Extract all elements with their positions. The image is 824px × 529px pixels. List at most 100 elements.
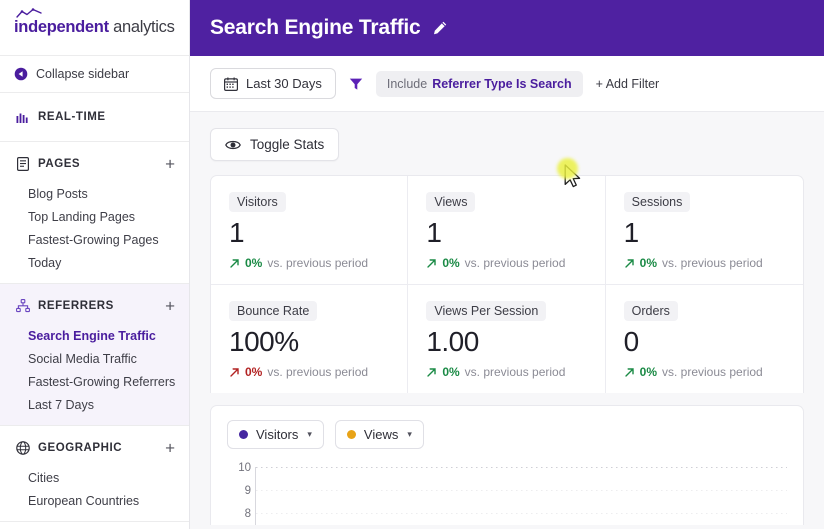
sidebar-section-real-time: REAL-TIME bbox=[0, 93, 189, 142]
arrow-up-right-icon bbox=[624, 367, 634, 377]
stat-label: Orders bbox=[623, 301, 678, 321]
add-filter-button[interactable]: + Add Filter bbox=[596, 77, 660, 91]
app-root: independent analytics Collapse sidebar R… bbox=[0, 0, 824, 529]
sidebar-item-cities[interactable]: Cities bbox=[0, 466, 189, 489]
stat-delta-percent: 0% bbox=[442, 256, 460, 270]
logo-bold: independent bbox=[14, 18, 109, 37]
main-area: Search Engine Traffic Last 30 Days Inclu… bbox=[190, 0, 824, 529]
sidebar-item-today[interactable]: Today bbox=[0, 251, 189, 274]
sidebar-section-title: PAGES bbox=[38, 158, 81, 170]
page-header: Search Engine Traffic bbox=[190, 0, 824, 56]
logo[interactable]: independent analytics bbox=[0, 0, 189, 56]
stat-label: Sessions bbox=[623, 192, 691, 212]
sidebar-section-header-geographic[interactable]: GEOGRAPHIC + bbox=[0, 437, 189, 459]
stat-delta: 0% vs. previous period bbox=[426, 256, 586, 270]
toggle-stats-button[interactable]: Toggle Stats bbox=[210, 128, 340, 161]
stat-label: Views bbox=[426, 192, 476, 212]
stat-value: 1.00 bbox=[426, 326, 479, 357]
metric-selector-views[interactable]: Views ▾ bbox=[334, 420, 424, 449]
sidebar-section-header-pages[interactable]: PAGES + bbox=[0, 153, 189, 175]
chart-y-tick: 8 bbox=[244, 507, 251, 520]
chart-metric-selectors: Visitors ▾ Views ▾ bbox=[227, 420, 787, 449]
sidebar-section-title: GEOGRAPHIC bbox=[38, 442, 123, 454]
sidebar-section-header-referrers[interactable]: REFERRERS + bbox=[0, 295, 189, 317]
sidebar-section-referrers: REFERRERS + Search Engine Traffic Social… bbox=[0, 284, 189, 426]
stat-delta-percent: 0% bbox=[639, 365, 657, 379]
filter-bar: Last 30 Days Include Referrer Type Is Se… bbox=[190, 56, 824, 112]
add-referrer-button[interactable]: + bbox=[165, 298, 175, 315]
toggle-stats-zone: Toggle Stats bbox=[190, 112, 824, 175]
stat-label: Visitors bbox=[229, 192, 286, 212]
gridline bbox=[256, 490, 787, 491]
sidebar-items-pages: Blog Posts Top Landing Pages Fastest-Gro… bbox=[0, 175, 189, 274]
add-page-button[interactable]: + bbox=[165, 156, 175, 173]
add-geographic-button[interactable]: + bbox=[165, 440, 175, 457]
sidebar-item-fastest-growing-pages[interactable]: Fastest-Growing Pages bbox=[0, 228, 189, 251]
sidebar-item-european-countries[interactable]: European Countries bbox=[0, 489, 189, 512]
chart-gridline-8: 8 bbox=[227, 508, 787, 520]
filter-value: Referrer Type Is Search bbox=[432, 76, 572, 91]
metric-selector-label: Views bbox=[363, 427, 399, 442]
logo-wrap: independent analytics bbox=[14, 8, 175, 36]
logo-text: independent analytics bbox=[14, 19, 175, 36]
stat-delta-note: vs. previous period bbox=[662, 256, 763, 270]
calendar-icon bbox=[224, 76, 238, 91]
sidebar-item-last-7-days[interactable]: Last 7 Days bbox=[0, 393, 189, 416]
collapse-sidebar-label: Collapse sidebar bbox=[36, 67, 130, 81]
sidebar-item-social-media-traffic[interactable]: Social Media Traffic bbox=[0, 347, 189, 370]
sidebar-items-geographic: Cities European Countries bbox=[0, 459, 189, 512]
arrow-up-right-icon bbox=[230, 258, 239, 268]
stat-card-bounce-rate: Bounce Rate 100% 0% vs. previous period bbox=[211, 285, 409, 393]
sidebar-item-search-engine-traffic[interactable]: Search Engine Traffic bbox=[0, 324, 189, 347]
filter-prefix: Include bbox=[386, 76, 428, 91]
stat-card-views: Views 1 0% vs. previous period bbox=[408, 176, 606, 285]
chevron-down-icon: ▾ bbox=[307, 429, 312, 439]
funnel-icon[interactable] bbox=[349, 77, 363, 91]
chart-y-tick: 9 bbox=[244, 484, 251, 497]
eye-icon bbox=[225, 140, 241, 149]
sidebar-item-top-landing-pages[interactable]: Top Landing Pages bbox=[0, 205, 189, 228]
stat-card-visitors: Visitors 1 0% vs. previous period bbox=[211, 176, 409, 285]
sidebar-section-title: REAL-TIME bbox=[38, 111, 106, 123]
toggle-stats-label: Toggle Stats bbox=[250, 137, 325, 152]
line-chart-spark-icon bbox=[16, 8, 42, 18]
bar-chart-icon bbox=[14, 112, 31, 123]
stat-label: Bounce Rate bbox=[229, 301, 318, 321]
sidebar-item-blog-posts[interactable]: Blog Posts bbox=[0, 182, 189, 205]
stats-grid: Visitors 1 0% vs. previous period Views … bbox=[211, 176, 803, 393]
stat-delta-percent: 0% bbox=[245, 256, 263, 270]
chart-gridline-9: 9 bbox=[227, 485, 787, 497]
stat-delta: 0% vs. previous period bbox=[624, 256, 785, 270]
sidebar-section-title: REFERRERS bbox=[38, 300, 114, 312]
arrow-up-right-icon bbox=[624, 258, 634, 268]
chevron-down-icon: ▾ bbox=[407, 429, 412, 439]
stat-delta-note: vs. previous period bbox=[267, 256, 369, 270]
logo-light: analytics bbox=[108, 18, 175, 37]
chart-panel: Visitors ▾ Views ▾ 10 9 8 bbox=[210, 405, 804, 525]
date-range-button[interactable]: Last 30 Days bbox=[210, 68, 336, 99]
collapse-sidebar-button[interactable]: Collapse sidebar bbox=[0, 56, 189, 93]
stat-delta: 0% vs. previous period bbox=[624, 365, 785, 379]
sidebar-section-pages: PAGES + Blog Posts Top Landing Pages Fas… bbox=[0, 142, 189, 284]
sidebar-item-fastest-growing-referrers[interactable]: Fastest-Growing Referrers bbox=[0, 370, 189, 393]
arrow-up-right-icon bbox=[230, 367, 239, 377]
sidebar-items-referrers: Search Engine Traffic Social Media Traff… bbox=[0, 317, 189, 416]
stat-delta-note: vs. previous period bbox=[662, 365, 763, 379]
collapse-arrow-icon bbox=[14, 67, 28, 81]
sitemap-icon bbox=[14, 299, 31, 313]
content-area: Toggle Stats Visitors 1 0% vs. previous … bbox=[190, 112, 824, 525]
sidebar: independent analytics Collapse sidebar R… bbox=[0, 0, 190, 529]
stat-delta-note: vs. previous period bbox=[464, 365, 566, 379]
gridline bbox=[256, 467, 787, 468]
stat-delta-note: vs. previous period bbox=[267, 365, 369, 379]
series-color-dot-visitors bbox=[239, 430, 248, 439]
stat-value: 0 bbox=[623, 326, 640, 357]
pencil-icon[interactable] bbox=[432, 20, 448, 36]
gridline bbox=[256, 513, 787, 514]
chart-y-axis-line bbox=[255, 467, 256, 525]
arrow-up-right-icon bbox=[427, 258, 437, 268]
active-filter-pill[interactable]: Include Referrer Type Is Search bbox=[375, 70, 583, 97]
metric-selector-visitors[interactable]: Visitors ▾ bbox=[227, 420, 324, 449]
sidebar-section-header-real-time[interactable]: REAL-TIME bbox=[0, 106, 189, 128]
chart-y-tick: 10 bbox=[238, 461, 251, 474]
